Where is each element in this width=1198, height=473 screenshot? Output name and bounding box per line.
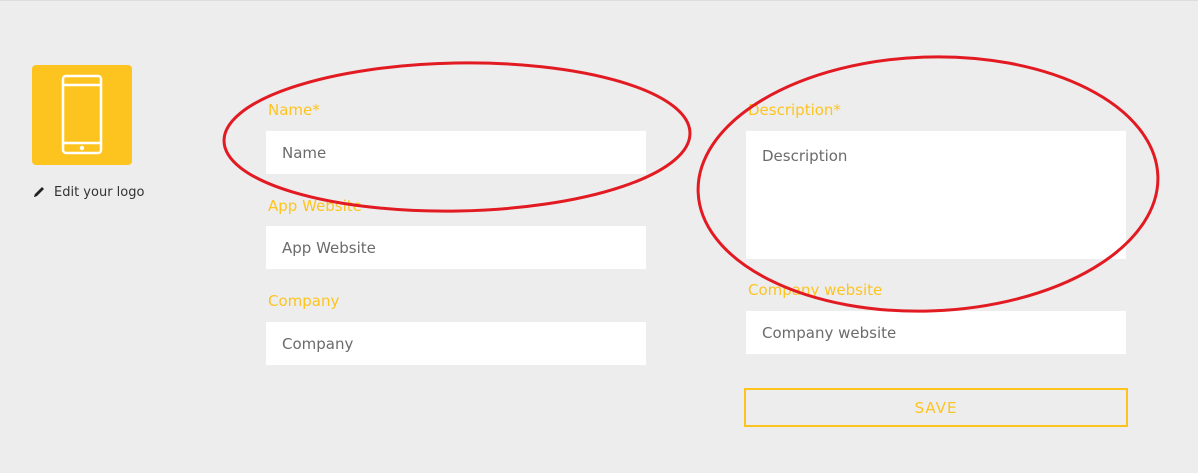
- name-input[interactable]: [266, 131, 646, 174]
- company-website-label: Company website: [748, 281, 883, 299]
- company-website-input[interactable]: [746, 311, 1126, 354]
- edit-logo-label: Edit your logo: [54, 184, 145, 200]
- smartphone-icon: [61, 74, 103, 155]
- pencil-icon: [34, 187, 44, 197]
- description-label: Description*: [748, 101, 841, 119]
- company-input[interactable]: [266, 322, 646, 365]
- app-logo[interactable]: [32, 65, 132, 165]
- app-website-label: App Website: [268, 197, 362, 215]
- name-label: Name*: [268, 101, 320, 119]
- company-label: Company: [268, 292, 340, 310]
- description-textarea[interactable]: [746, 131, 1126, 259]
- top-divider: [0, 0, 1198, 1]
- edit-logo-link[interactable]: Edit your logo: [32, 183, 144, 201]
- save-button[interactable]: SAVE: [744, 388, 1128, 427]
- app-website-input[interactable]: [266, 226, 646, 269]
